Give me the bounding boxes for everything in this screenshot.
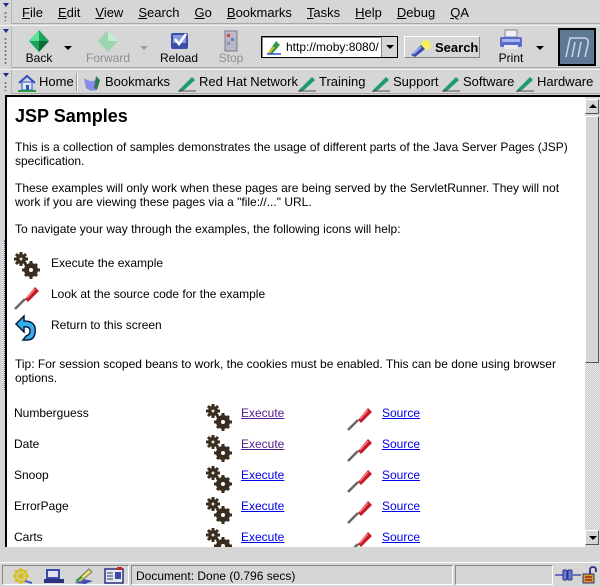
page-proxy-icon: [267, 41, 281, 55]
personal-toolbar: Home Bookmarks Red Hat Network Training Supp…: [0, 69, 600, 94]
forward-button[interactable]: Forward: [80, 28, 136, 66]
example-row: Snoop Execute Source: [14, 466, 434, 494]
bookmark-link-icon: [298, 77, 316, 92]
back-history-dropdown[interactable]: [64, 46, 72, 50]
bookmark-link-icon: [442, 77, 460, 92]
personal-toolbar-separator: [76, 73, 78, 91]
scroll-up-button[interactable]: [585, 99, 599, 114]
warning-text: These examples will only work when these…: [15, 181, 560, 209]
execute-gears-icon: [14, 252, 40, 279]
reload-button[interactable]: Reload: [156, 28, 202, 66]
bookmark-link-icon: [372, 77, 390, 92]
execute-gears-icon[interactable]: [205, 497, 233, 525]
example-name: Date: [14, 437, 40, 451]
url-history-dropdown[interactable]: [381, 37, 397, 57]
forward-icon: [98, 30, 118, 52]
back-icon: [29, 30, 49, 52]
bookmarks-icon: [84, 76, 100, 91]
source-link[interactable]: Source: [382, 468, 420, 482]
source-screwdriver-icon[interactable]: [346, 528, 374, 547]
status-bar: Document: Done (0.796 secs): [0, 562, 600, 587]
execute-gears-icon[interactable]: [205, 528, 233, 547]
status-message: Document: Done (0.796 secs): [131, 565, 453, 585]
address-book-icon[interactable]: [103, 567, 125, 585]
print-dropdown[interactable]: [536, 46, 544, 50]
source-screwdriver-icon[interactable]: [346, 497, 374, 525]
source-link[interactable]: Source: [382, 499, 420, 513]
source-link[interactable]: Source: [382, 437, 420, 451]
menu-view[interactable]: View: [95, 5, 123, 20]
jsp-samples-page: JSP Samples This is a collection of samp…: [14, 97, 574, 236]
security-lock-icon[interactable]: [582, 566, 598, 584]
menubar-grip[interactable]: [0, 0, 12, 24]
menubar: File Edit View Search Go Bookmarks Tasks Help De…: [0, 0, 600, 24]
home-icon: [18, 74, 36, 92]
page-title: JSP Samples: [15, 106, 128, 126]
execute-link[interactable]: Execute: [241, 468, 284, 482]
back-button[interactable]: Back: [18, 28, 60, 66]
execute-gears-icon[interactable]: [205, 404, 233, 432]
execute-gears-icon[interactable]: [205, 466, 233, 494]
bookmark-link-icon: [516, 77, 534, 92]
execute-link[interactable]: Execute: [241, 530, 284, 544]
online-connection-icon[interactable]: [555, 567, 581, 583]
example-name: Snoop: [14, 468, 49, 482]
content-area: JSP Samples This is a collection of samp…: [5, 95, 585, 547]
example-name: Carts: [14, 530, 43, 544]
execute-gears-icon[interactable]: [205, 435, 233, 463]
return-arrow-icon: [14, 314, 37, 341]
execute-link[interactable]: Execute: [241, 437, 284, 451]
source-screwdriver-icon[interactable]: [346, 435, 374, 463]
tip-text: Tip: For session scoped beans to work, t…: [15, 357, 556, 385]
bookmark-link-icon: [178, 77, 196, 92]
reload-icon: [171, 33, 188, 49]
search-icon: [411, 40, 431, 57]
component-bar: [2, 565, 129, 585]
print-button[interactable]: Print: [494, 28, 528, 66]
mail-icon[interactable]: [43, 567, 65, 585]
scroll-down-button[interactable]: [585, 530, 599, 545]
url-field[interactable]: http://moby:8080/: [261, 36, 398, 58]
toolbar-grip[interactable]: [0, 26, 12, 68]
composer-icon[interactable]: [73, 567, 95, 585]
forward-history-dropdown[interactable]: [140, 46, 148, 50]
example-row: Date Execute Source: [14, 435, 434, 463]
menu-file[interactable]: File: [22, 5, 43, 20]
menu-help[interactable]: Help: [355, 5, 382, 20]
execute-link[interactable]: Execute: [241, 406, 284, 420]
source-link[interactable]: Source: [382, 530, 420, 544]
menu-go[interactable]: Go: [195, 5, 212, 20]
personal-toolbar-grip[interactable]: [0, 70, 12, 94]
progress-meter: [455, 565, 553, 585]
execute-link[interactable]: Execute: [241, 499, 284, 513]
mozilla-throbber-logo[interactable]: [558, 28, 596, 66]
example-name: ErrorPage: [14, 499, 69, 513]
example-row: ErrorPage Execute Source: [14, 497, 434, 525]
example-name: Numberguess: [14, 406, 89, 420]
source-screwdriver-icon[interactable]: [346, 466, 374, 494]
print-icon: [500, 29, 522, 49]
navigator-icon[interactable]: [11, 567, 33, 585]
source-screwdriver-icon: [14, 287, 39, 310]
vertical-scrollbar[interactable]: [585, 95, 600, 547]
content-bottom-edge: [0, 547, 600, 562]
stop-icon: [224, 30, 238, 52]
source-screwdriver-icon[interactable]: [346, 404, 374, 432]
menu-debug[interactable]: Debug: [397, 5, 435, 20]
source-link[interactable]: Source: [382, 406, 420, 420]
menu-search[interactable]: Search: [138, 5, 179, 20]
example-row: Numberguess Execute Source: [14, 404, 434, 432]
intro-text: This is a collection of samples demonstr…: [15, 140, 568, 168]
stop-button[interactable]: Stop: [212, 28, 250, 66]
menu-edit[interactable]: Edit: [58, 5, 80, 20]
navigation-toolbar: Back Forward Reload Stop http://moby:808…: [0, 25, 600, 68]
search-button[interactable]: Search: [404, 36, 480, 58]
menu-qa[interactable]: QA: [450, 5, 469, 20]
example-row: Carts Execute Source: [14, 528, 434, 547]
menu-tasks[interactable]: Tasks: [307, 5, 340, 20]
navigate-text: To navigate your way through the example…: [15, 222, 401, 236]
mozilla-m-icon: [565, 37, 589, 58]
menu-bookmarks[interactable]: Bookmarks: [227, 5, 292, 20]
scroll-thumb[interactable]: [585, 116, 599, 363]
